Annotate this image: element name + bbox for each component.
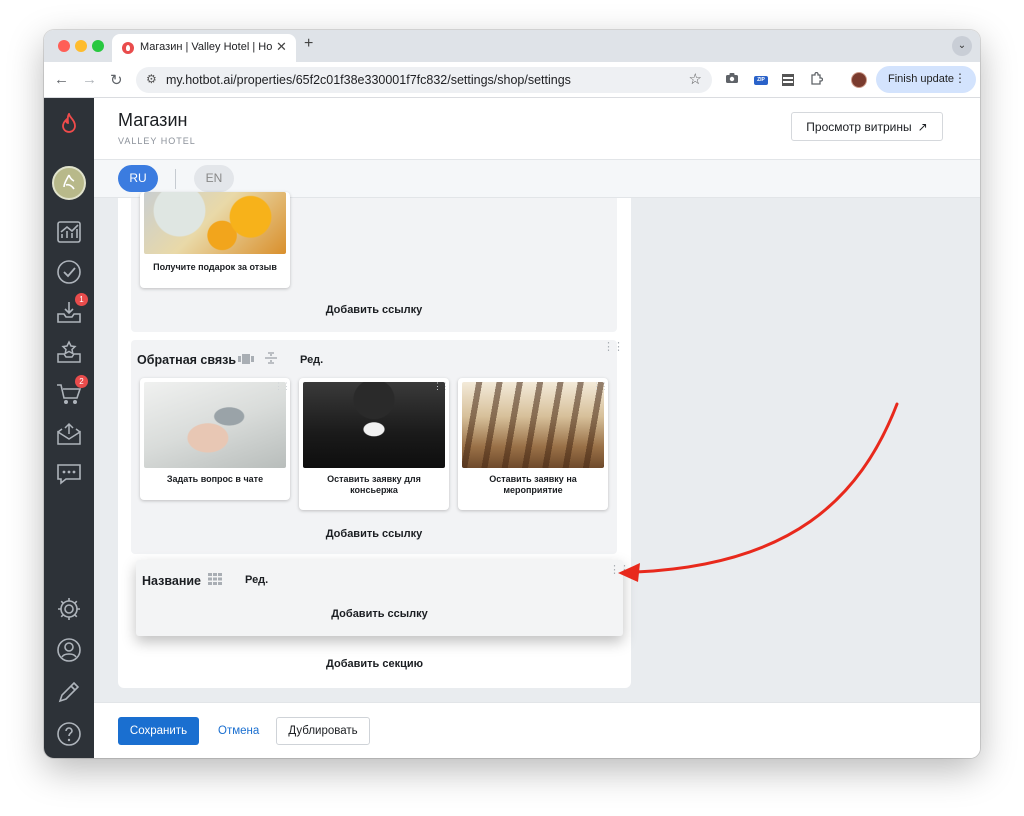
page-subtitle: VALLEY HOTEL	[118, 136, 196, 146]
cancel-button[interactable]: Отмена	[218, 717, 259, 745]
duplicate-button[interactable]: Дублировать	[276, 717, 370, 745]
card-label: Оставить заявку на мероприятие	[489, 474, 577, 495]
shop-card[interactable]: Получите подарок за отзыв	[140, 192, 290, 288]
preview-storefront-button[interactable]: Просмотр витрины ↗	[791, 112, 943, 141]
shop-cart-icon[interactable]: 2	[55, 375, 88, 408]
add-section-button[interactable]: Добавить секцию	[118, 658, 631, 670]
qr-code-icon[interactable]	[782, 74, 794, 86]
cart-badge: 2	[75, 375, 88, 388]
maximize-window-button[interactable]	[92, 40, 104, 52]
add-link-button[interactable]: Добавить ссылку	[131, 304, 617, 316]
shop-card[interactable]: ⋮⋮ Оставить заявку для консьержа	[299, 378, 449, 510]
forward-arrow-icon[interactable]: →	[82, 71, 97, 88]
lang-en-tab[interactable]: EN	[194, 165, 234, 192]
shop-card[interactable]: ⋮⋮ Оставить заявку на мероприятие	[458, 378, 608, 510]
property-avatar[interactable]	[52, 166, 86, 200]
card-label: Оставить заявку для консьержа	[327, 474, 421, 495]
lang-divider	[175, 169, 176, 189]
finish-update-button[interactable]: Finish update ⋮	[876, 66, 976, 93]
shop-card[interactable]: ⋮⋮ Задать вопрос в чате	[140, 378, 290, 500]
tab-close-icon[interactable]: ✕	[276, 39, 287, 55]
card-label: Получите подарок за отзыв	[153, 262, 277, 272]
dragged-shop-section[interactable]: Название Ред. ⋮⋮ Добавить ссылку	[136, 560, 630, 636]
finish-update-label: Finish update	[888, 73, 955, 85]
settings-gear-icon[interactable]	[55, 595, 83, 623]
inbox-badge: 1	[75, 293, 88, 306]
event-hall-image	[462, 382, 604, 468]
tab-search-chevron-icon[interactable]: ⌄	[952, 36, 972, 56]
edit-section-button[interactable]: Ред.	[245, 574, 268, 586]
chat-bubble-icon[interactable]	[55, 460, 83, 488]
section-title: Название	[142, 574, 202, 588]
carousel-layout-icon[interactable]	[238, 352, 254, 370]
address-bar[interactable]: ⚙ my.hotbot.ai/properties/65f2c01f38e330…	[136, 67, 712, 93]
help-question-icon[interactable]	[55, 720, 83, 748]
app-sidebar: 1 2	[44, 98, 94, 758]
close-window-button[interactable]	[58, 40, 70, 52]
drag-handle-icon[interactable]: ⋮⋮	[609, 565, 630, 576]
analytics-chart-icon[interactable]	[55, 218, 83, 246]
footer-actions: Сохранить Отмена Дублировать	[94, 702, 980, 758]
section-title: Обратная связь	[137, 353, 237, 367]
shop-sections-panel: Получите подарок за отзыв Добавить ссылк…	[118, 192, 631, 688]
edit-pencil-icon[interactable]	[55, 678, 83, 706]
edit-section-button[interactable]: Ред.	[300, 354, 323, 366]
card-drag-icon[interactable]: ⋮⋮	[592, 382, 608, 391]
inbox-download-icon[interactable]: 1	[55, 293, 88, 326]
preview-storefront-label: Просмотр витрины	[806, 119, 912, 134]
page-title: Магазин	[118, 110, 188, 130]
phone-chat-image	[144, 382, 286, 468]
external-arrow-icon: ↗	[917, 119, 928, 134]
hotbot-favicon-icon	[122, 42, 134, 54]
tasks-check-icon[interactable]	[55, 258, 83, 286]
more-vertical-icon: ⋮	[954, 71, 966, 85]
hotbot-logo-icon[interactable]	[55, 110, 83, 138]
minimize-window-button[interactable]	[75, 40, 87, 52]
grid-layout-icon[interactable]	[208, 572, 222, 590]
new-tab-icon[interactable]: +	[304, 35, 313, 53]
card-drag-icon[interactable]: ⋮⋮	[433, 382, 449, 391]
puzzle-extensions-icon[interactable]	[808, 71, 824, 88]
divider-layout-icon[interactable]	[264, 351, 278, 370]
gift-drinks-image	[144, 192, 286, 254]
card-drag-icon[interactable]: ⋮⋮	[274, 382, 290, 391]
drag-handle-icon[interactable]: ⋮⋮	[603, 342, 624, 353]
page-header: Магазин VALLEY HOTEL Просмотр витрины ↗	[94, 98, 980, 160]
site-settings-icon[interactable]: ⚙	[146, 72, 157, 86]
concierge-image	[303, 382, 445, 468]
shop-section: Получите подарок за отзыв Добавить ссылк…	[131, 192, 617, 332]
save-button[interactable]: Сохранить	[118, 717, 199, 745]
add-link-button[interactable]: Добавить ссылку	[136, 608, 623, 620]
add-link-button[interactable]: Добавить ссылку	[131, 528, 617, 540]
mail-upload-icon[interactable]	[55, 420, 83, 448]
browser-tab-bar: Магазин | Valley Hotel | Hotbot ✕ + ⌄	[44, 30, 980, 62]
profile-avatar[interactable]	[851, 72, 867, 88]
tab-title: Магазин | Valley Hotel | Hotbot	[140, 41, 272, 53]
shop-section: Обратная связь Ред. ⋮⋮ ⋮⋮ Задать вопрос …	[131, 340, 624, 554]
card-label: Задать вопрос в чате	[166, 474, 264, 484]
camera-extension-icon[interactable]	[724, 72, 740, 88]
lang-ru-tab[interactable]: RU	[118, 165, 158, 192]
browser-toolbar: ← → ↻ ⚙ my.hotbot.ai/properties/65f2c01f…	[44, 62, 980, 98]
bookmark-star-icon[interactable]: ☆	[689, 70, 702, 88]
url-text[interactable]: my.hotbot.ai/properties/65f2c01f38e33000…	[166, 73, 571, 87]
browser-tab[interactable]: Магазин | Valley Hotel | Hotbot ✕	[112, 34, 296, 62]
user-profile-icon[interactable]	[55, 636, 83, 664]
browser-window: Магазин | Valley Hotel | Hotbot ✕ + ⌄ ← …	[44, 30, 980, 758]
reload-icon[interactable]: ↻	[110, 71, 123, 89]
main-content: Магазин VALLEY HOTEL Просмотр витрины ↗ …	[94, 98, 980, 758]
reviews-star-icon[interactable]	[55, 338, 83, 366]
back-arrow-icon[interactable]: ←	[54, 71, 69, 88]
zip-extension-icon[interactable]: ZIP	[754, 76, 768, 85]
